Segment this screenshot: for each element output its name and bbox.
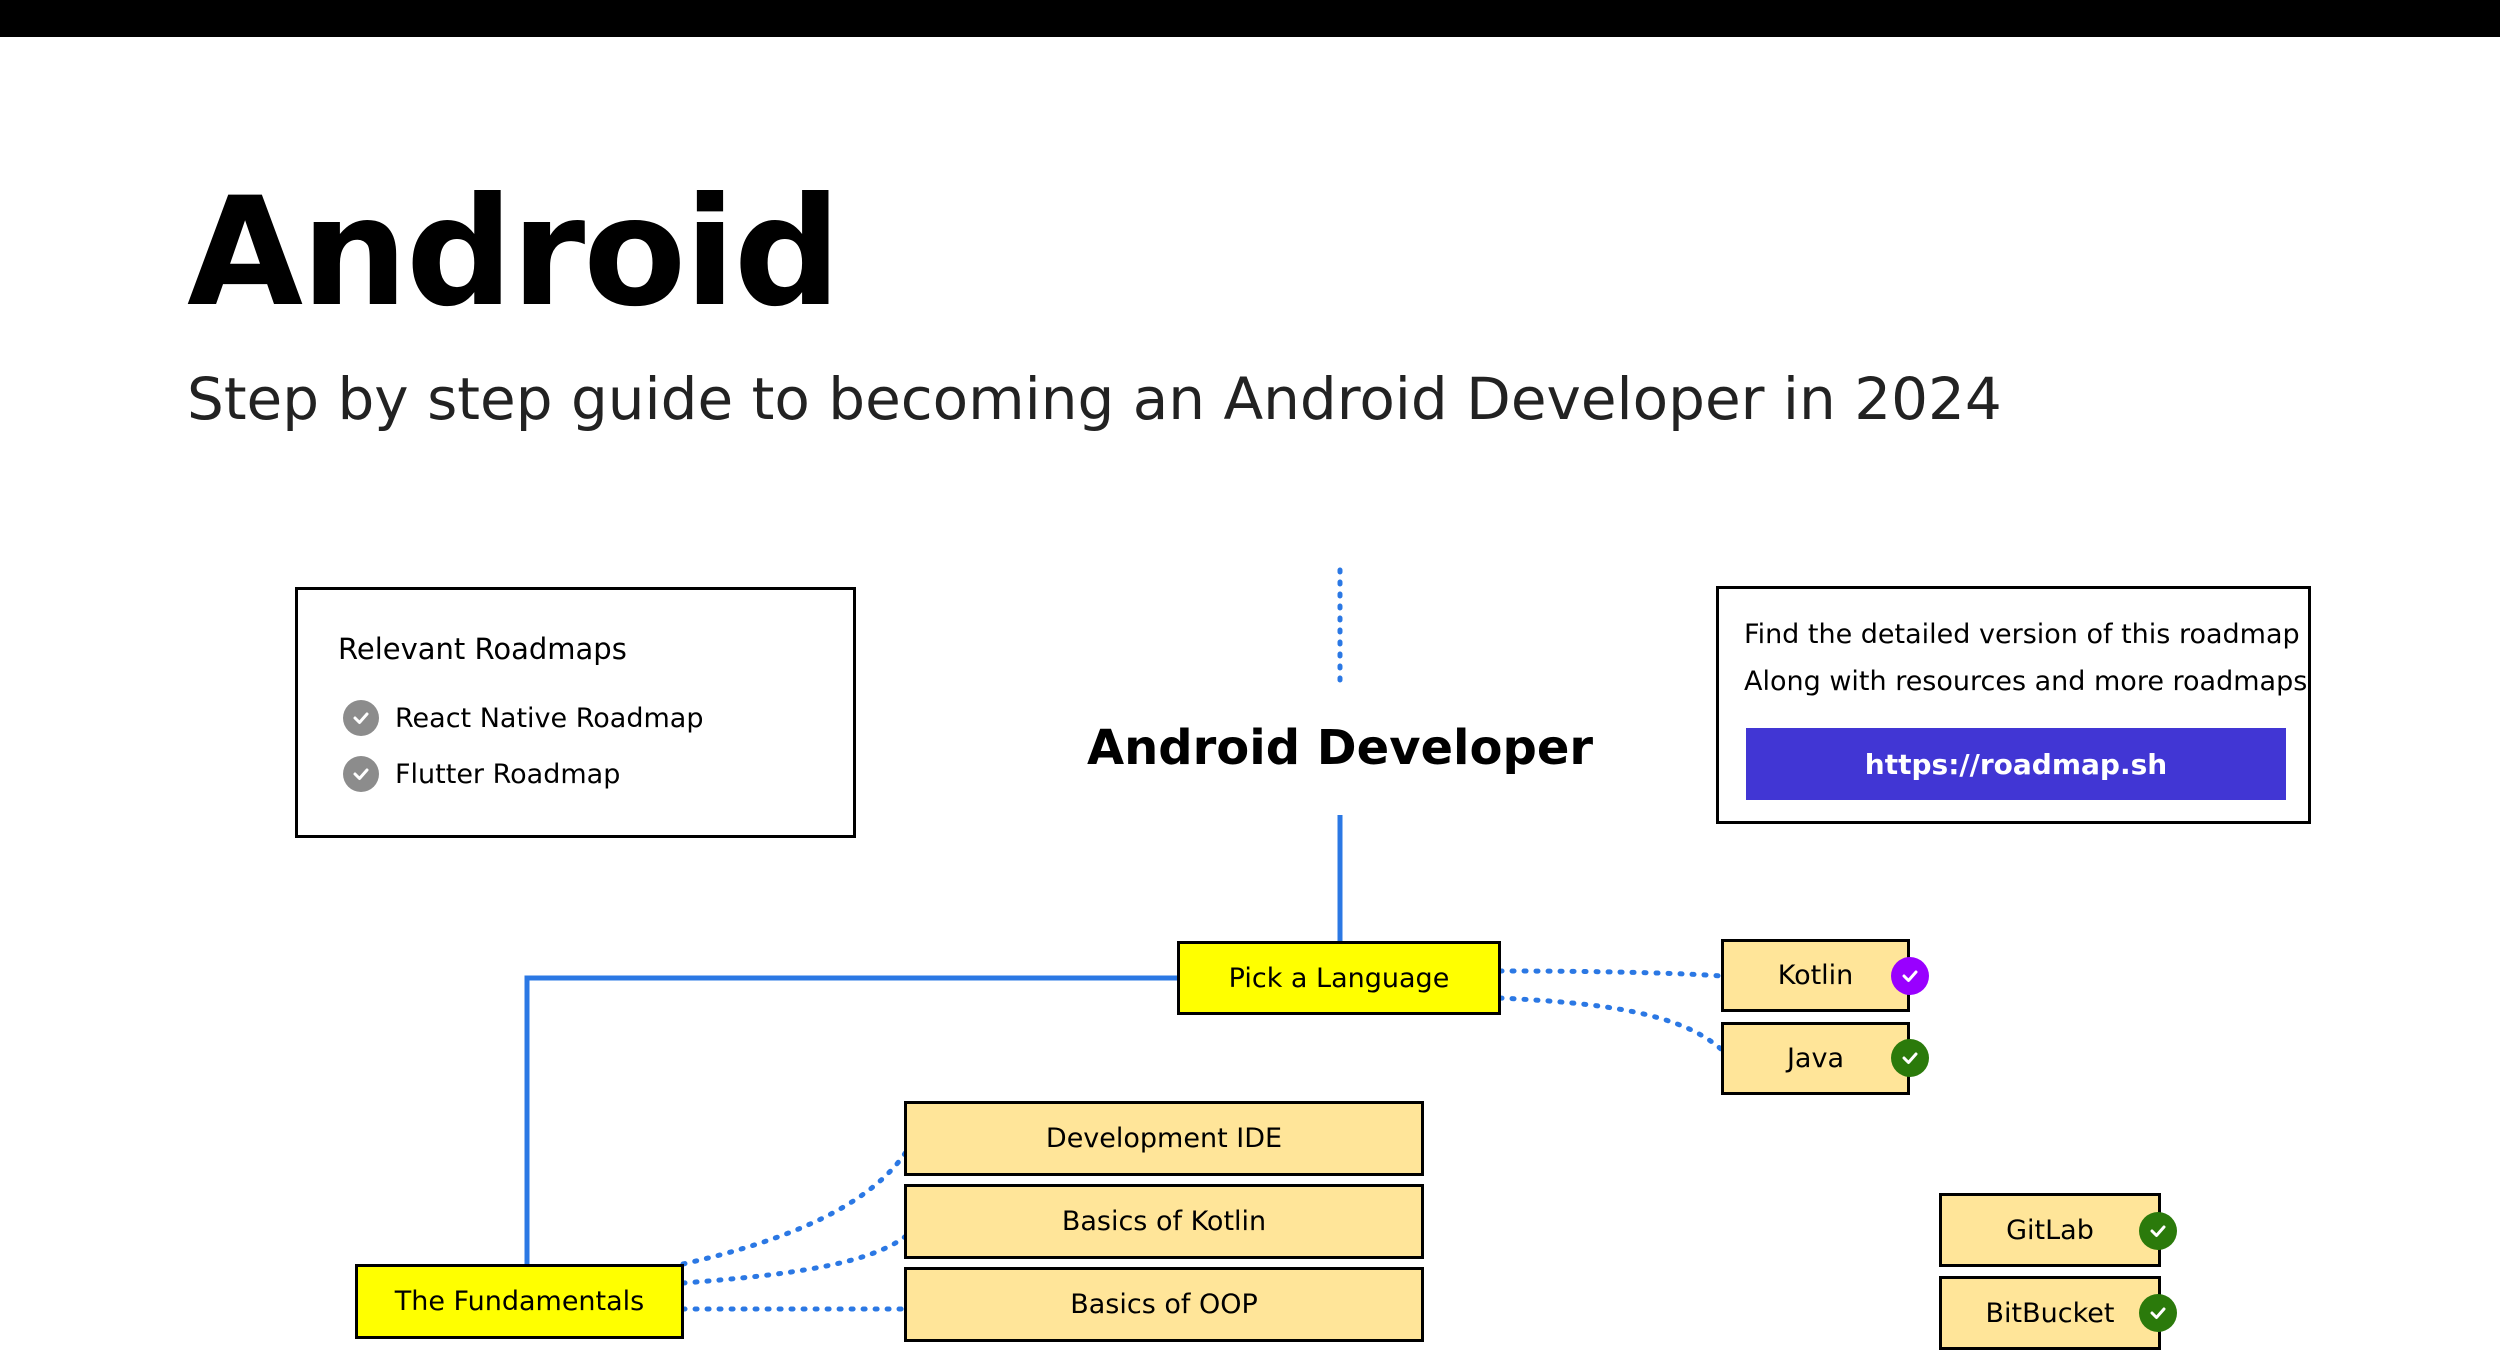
dotted-to-kotlin-basics — [680, 1233, 909, 1286]
node-bitbucket[interactable]: BitBucket — [1939, 1276, 2161, 1350]
node-development-ide[interactable]: Development IDE — [904, 1101, 1424, 1176]
roadmap-link-flutter[interactable]: Flutter Roadmap — [343, 756, 620, 792]
check-circle-icon — [343, 700, 379, 736]
relevant-roadmaps-panel: Relevant Roadmaps React Native Roadmap F… — [295, 587, 856, 838]
central-title: Android Developer — [1086, 720, 1594, 776]
dotted-to-ide — [680, 1149, 909, 1267]
dotted-to-java — [1497, 995, 1725, 1053]
roadmap-link-label: Flutter Roadmap — [395, 758, 621, 790]
node-kotlin[interactable]: Kotlin — [1721, 939, 1910, 1012]
roadmap-sh-link-button[interactable]: https://roadmap.sh — [1746, 728, 2286, 800]
info-line-2: Along with resources and more roadmaps — [1744, 666, 2308, 697]
node-pick-language[interactable]: Pick a Language — [1177, 941, 1501, 1015]
roadmap-diagram: Relevant Roadmaps React Native Roadmap F… — [0, 0, 2500, 1350]
check-circle-icon — [343, 756, 379, 792]
info-line-1: Find the detailed version of this roadma… — [1744, 619, 2300, 650]
info-panel: Find the detailed version of this roadma… — [1716, 586, 2311, 824]
dotted-to-kotlin — [1497, 968, 1725, 979]
node-basics-of-kotlin[interactable]: Basics of Kotlin — [904, 1184, 1424, 1259]
check-circle-icon — [1891, 1039, 1929, 1077]
check-circle-icon — [2139, 1294, 2177, 1332]
check-circle-icon — [1891, 957, 1929, 995]
node-basics-of-oop[interactable]: Basics of OOP — [904, 1267, 1424, 1342]
node-the-fundamentals[interactable]: The Fundamentals — [355, 1264, 684, 1339]
relevant-roadmaps-heading: Relevant Roadmaps — [338, 632, 627, 666]
check-circle-icon — [2139, 1212, 2177, 1250]
roadmap-link-label: React Native Roadmap — [395, 702, 704, 734]
node-java[interactable]: Java — [1721, 1022, 1910, 1095]
roadmap-link-react-native[interactable]: React Native Roadmap — [343, 700, 703, 736]
node-gitlab[interactable]: GitLab — [1939, 1193, 2161, 1267]
